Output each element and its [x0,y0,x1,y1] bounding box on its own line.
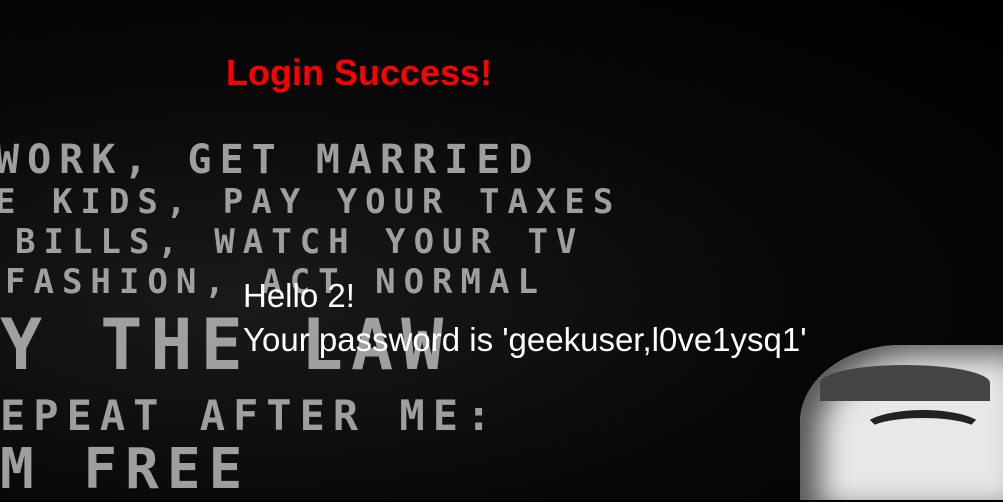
poster-line: E KIDS, PAY YOUR TAXES [0,182,622,222]
message: Hello 2! Your password is 'geekuser,l0ve… [243,274,807,362]
password-text: Your password is 'geekuser,l0ve1ysq1' [243,321,807,358]
greeting-text: Hello 2! [243,277,355,314]
poster-line: EPEAT AFTER ME: [0,391,500,440]
poster-line: M FREE [0,437,251,502]
poster-line: BILLS, WATCH YOUR TV [15,222,585,262]
login-success-title: Login Success! [226,52,493,93]
guy-fawkes-mask-image [800,345,1003,500]
background-poster-image: WORK, GET MARRIED E KIDS, PAY YOUR TAXES… [0,0,1003,500]
poster-line: WORK, GET MARRIED [0,137,541,183]
